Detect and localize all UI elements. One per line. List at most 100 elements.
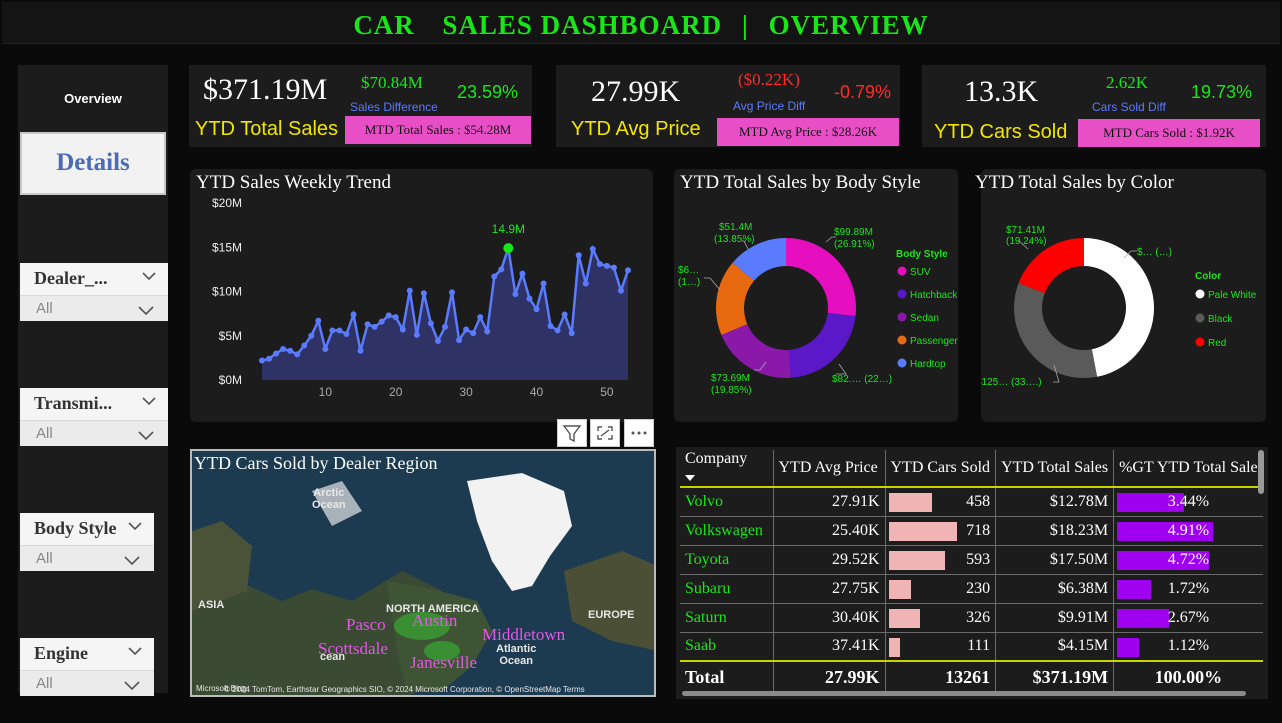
data-point[interactable]	[519, 270, 526, 277]
data-point[interactable]	[617, 287, 624, 294]
legend-item[interactable]: Pale White	[1208, 290, 1257, 301]
weekly-trend-chart[interactable]: 14.9M $0M $5M $10M $15M $20M 10 20 30 40 50	[190, 169, 653, 422]
data-point[interactable]	[378, 318, 385, 325]
vertical-scrollbar[interactable]	[1258, 450, 1264, 494]
slicer-header[interactable]: Dealer_...	[20, 263, 168, 295]
slicer-header[interactable]: Body Style	[20, 513, 154, 545]
data-point[interactable]	[350, 311, 357, 318]
data-point[interactable]	[336, 327, 343, 334]
data-point[interactable]	[526, 295, 533, 302]
data-point[interactable]	[308, 332, 315, 339]
slicer-dropdown[interactable]: All	[20, 545, 154, 571]
table-row[interactable]: Volkswagen 25.40K 718 $18.23M 4.91%	[680, 516, 1263, 546]
donut-slice[interactable]	[1014, 283, 1098, 378]
data-point[interactable]	[371, 323, 378, 330]
data-point[interactable]	[420, 290, 427, 297]
donut-slice[interactable]	[788, 312, 856, 378]
table-row[interactable]: Saturn 30.40K 326 $9.91M 2.67%	[680, 603, 1263, 633]
data-point[interactable]	[491, 273, 498, 280]
body-style-donut[interactable]: $99.89M (26.91%) $82.… (22…) $73.69M (19…	[674, 169, 958, 422]
nav-details-button[interactable]: Details	[20, 132, 166, 195]
map-attribution[interactable]: © 2024 TomTom, Earthstar Geographics SIO…	[224, 684, 585, 695]
legend-item[interactable]: Sedan	[910, 313, 939, 324]
peak-marker[interactable]	[503, 243, 514, 254]
data-point[interactable]	[266, 355, 273, 362]
map-city-label[interactable]: Janesville	[410, 653, 477, 673]
data-point[interactable]	[561, 311, 568, 318]
data-point[interactable]	[547, 323, 554, 330]
data-point[interactable]	[427, 320, 434, 327]
legend-item[interactable]: Hardtop	[910, 359, 946, 370]
table-row[interactable]: Toyota 29.52K 593 $17.50M 4.72%	[680, 545, 1263, 575]
legend-item[interactable]: SUV	[910, 267, 931, 278]
data-point[interactable]	[273, 350, 280, 357]
column-header-company[interactable]: Company	[680, 450, 774, 488]
data-point[interactable]	[406, 287, 413, 294]
data-point[interactable]	[456, 337, 463, 344]
color-donut[interactable]: $… (…) $125… (33….) $71.41M (19.24%) Col…	[981, 169, 1266, 422]
data-point[interactable]	[484, 328, 491, 335]
dealer-region-map[interactable]: YTD Cars Sold by Dealer Region Arctic Oc…	[190, 449, 656, 697]
data-point[interactable]	[533, 306, 540, 313]
data-point[interactable]	[603, 262, 610, 269]
column-header-pct-total[interactable]: %GT YTD Total Sale	[1113, 450, 1263, 488]
donut-slice[interactable]	[1084, 238, 1154, 377]
data-point[interactable]	[364, 321, 371, 328]
table-row[interactable]: Saab 37.41K 111 $4.15M 1.12%	[680, 632, 1263, 662]
slicer-dropdown[interactable]: All	[20, 295, 168, 321]
nav-overview-button[interactable]: Overview	[18, 65, 168, 127]
data-point[interactable]	[322, 346, 329, 353]
data-point[interactable]	[582, 280, 589, 287]
table-row[interactable]: Subaru 27.75K 230 $6.38M 1.72%	[680, 574, 1263, 604]
data-point[interactable]	[301, 342, 308, 349]
column-header-avg-price[interactable]: YTD Avg Price	[773, 450, 886, 488]
more-options-icon[interactable]	[624, 419, 654, 447]
data-point[interactable]	[512, 291, 519, 298]
data-point[interactable]	[477, 314, 484, 321]
data-point[interactable]	[357, 347, 364, 354]
map-city-label[interactable]: Pasco	[346, 615, 386, 635]
data-point[interactable]	[280, 346, 287, 353]
data-point[interactable]	[625, 267, 631, 274]
legend-item[interactable]: Red	[1208, 338, 1226, 349]
data-point[interactable]	[442, 323, 448, 330]
data-point[interactable]	[575, 252, 582, 259]
data-point[interactable]	[568, 330, 575, 337]
data-point[interactable]	[413, 331, 420, 338]
data-point[interactable]	[540, 280, 547, 287]
map-city-label[interactable]: Austin	[412, 611, 457, 631]
data-point[interactable]	[329, 327, 336, 334]
column-header-total-sales[interactable]: YTD Total Sales	[995, 450, 1115, 488]
data-point[interactable]	[385, 312, 392, 319]
data-point[interactable]	[449, 289, 456, 296]
data-point[interactable]	[610, 264, 617, 271]
data-point[interactable]	[399, 326, 406, 333]
data-point[interactable]	[294, 351, 301, 358]
data-point[interactable]	[343, 330, 350, 337]
data-point[interactable]	[392, 314, 399, 321]
column-header-cars-sold[interactable]: YTD Cars Sold	[885, 450, 997, 488]
focus-mode-icon[interactable]	[590, 419, 620, 447]
data-point[interactable]	[470, 330, 477, 337]
data-point[interactable]	[434, 338, 441, 345]
data-point[interactable]	[554, 327, 561, 334]
data-point[interactable]	[498, 266, 505, 273]
map-city-label[interactable]: Scottsdale	[318, 639, 388, 659]
data-point[interactable]	[315, 317, 322, 324]
horizontal-scrollbar[interactable]	[682, 691, 1246, 696]
data-point[interactable]	[259, 357, 265, 364]
legend-item[interactable]: Passenger	[910, 336, 958, 347]
data-point[interactable]	[463, 326, 470, 333]
slicer-header[interactable]: Engine	[20, 638, 154, 670]
legend-item[interactable]: Hatchback	[910, 290, 958, 301]
slicer-header[interactable]: Transmi...	[20, 388, 168, 420]
legend-item[interactable]: Black	[1208, 314, 1233, 325]
slicer-dropdown[interactable]: All	[20, 420, 168, 446]
slicer-dropdown[interactable]: All	[20, 670, 154, 696]
data-point[interactable]	[287, 347, 294, 354]
data-point[interactable]	[596, 261, 603, 268]
filter-icon[interactable]	[557, 419, 587, 447]
data-point[interactable]	[589, 246, 596, 253]
table-row[interactable]: Volvo 27.91K 458 $12.78M 3.44%	[680, 487, 1263, 517]
map-city-label[interactable]: Middletown	[482, 625, 565, 645]
